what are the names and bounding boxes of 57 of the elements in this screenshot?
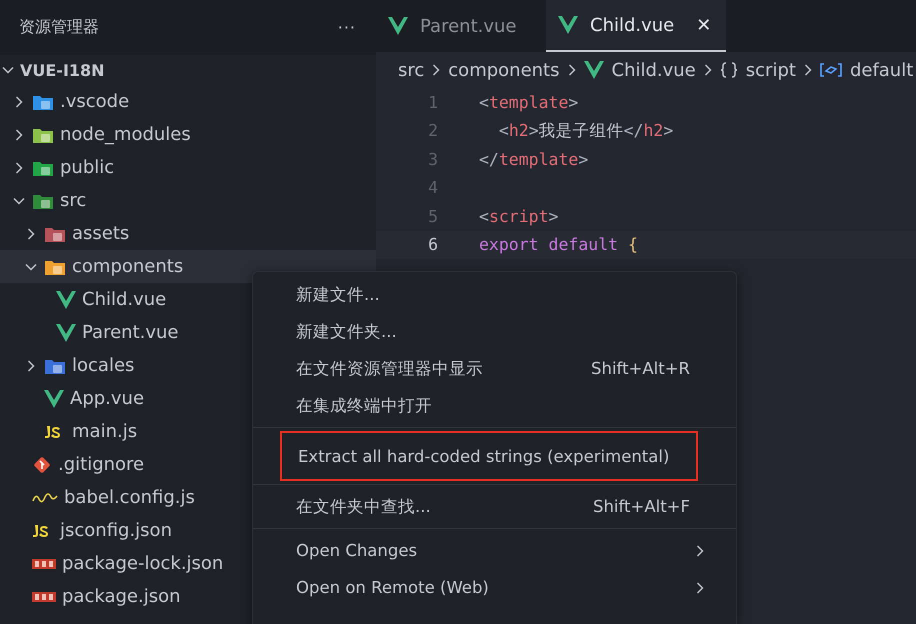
breadcrumb-item[interactable]: script — [720, 60, 796, 80]
braces-icon — [720, 61, 738, 79]
tree-root-header[interactable]: VUE-I18N — [0, 55, 376, 85]
line-number: 2 — [427, 121, 439, 140]
menu-item[interactable]: 在文件资源管理器中显示 Shift+Alt+R — [253, 350, 736, 387]
more-actions-button[interactable]: ··· — [338, 18, 356, 37]
breadcrumb-item[interactable]: components — [448, 60, 560, 80]
tree-item[interactable]: .vscode — [0, 85, 140, 118]
line-number: 1 — [427, 92, 439, 112]
tree-item[interactable]: locales — [0, 349, 144, 382]
shortcut-text: Shift+Alt+F — [593, 497, 690, 516]
tree-item[interactable]: main.js — [0, 415, 148, 448]
close-button[interactable]: ✕ — [696, 14, 712, 36]
tree-item[interactable]: Child.vue — [0, 283, 176, 316]
line-number: 3 — [427, 150, 439, 169]
menu-item[interactable]: Open on Remote (Web) — [253, 569, 736, 606]
menu-item[interactable]: 新建文件夹... — [253, 313, 736, 350]
tree-item[interactable]: package-lock.json — [0, 547, 234, 580]
line-number: 4 — [427, 178, 439, 198]
menu-item[interactable]: Open Changes — [253, 532, 736, 569]
v-logo-icon — [558, 15, 578, 35]
code-line: </template> — [479, 150, 588, 169]
tree-item[interactable]: node_modules — [0, 118, 201, 151]
tree-item[interactable]: babel.config.js — [0, 481, 205, 514]
panel-title: 资源管理器 — [19, 17, 99, 38]
line-number: 6 — [427, 235, 439, 254]
editor-tab[interactable]: Child.vue ✕ — [546, 0, 726, 52]
tree-item[interactable]: .gitignore — [0, 448, 154, 481]
code-line: <h2>我是子组件</h2> — [498, 120, 674, 142]
v-logo-icon — [56, 322, 76, 342]
menu-item[interactable]: Extract all hard-coded strings (experimental) — [280, 431, 698, 481]
editor-tab[interactable]: Parent.vue — [376, 0, 546, 52]
code-line: export default { — [479, 235, 638, 254]
breadcrumb-item[interactable]: default — [820, 60, 914, 80]
menu-item[interactable]: 在文件夹中查找... Shift+Alt+F — [253, 488, 736, 525]
v-logo-icon — [56, 290, 76, 310]
npm-block-icon — [32, 558, 56, 570]
tree-item[interactable]: jsconfig.json — [0, 514, 182, 547]
tree-item[interactable]: Parent.vue — [0, 316, 188, 349]
menu-item[interactable]: 在集成终端中打开 — [253, 387, 736, 424]
variable-icon — [820, 62, 842, 78]
line-number: 5 — [427, 206, 439, 226]
code-line: <script> — [479, 206, 558, 226]
tree-item[interactable]: assets — [0, 217, 140, 250]
npm-block-icon — [32, 590, 56, 602]
squiggle-icon — [32, 492, 58, 504]
tree-item[interactable]: package.json — [0, 580, 191, 613]
breadcrumb-item[interactable]: Child.vue — [584, 60, 696, 80]
v-logo-icon — [388, 16, 408, 36]
tree-item[interactable]: src — [0, 184, 96, 217]
code-line: <template> — [479, 92, 578, 112]
shortcut-text: Shift+Alt+R — [591, 359, 690, 378]
tree-item[interactable]: App.vue — [0, 382, 154, 415]
breadcrumb-item[interactable]: src — [398, 60, 424, 80]
v-logo-icon — [44, 388, 64, 408]
v-logo-icon — [584, 60, 604, 80]
tree-item[interactable]: public — [0, 151, 124, 184]
